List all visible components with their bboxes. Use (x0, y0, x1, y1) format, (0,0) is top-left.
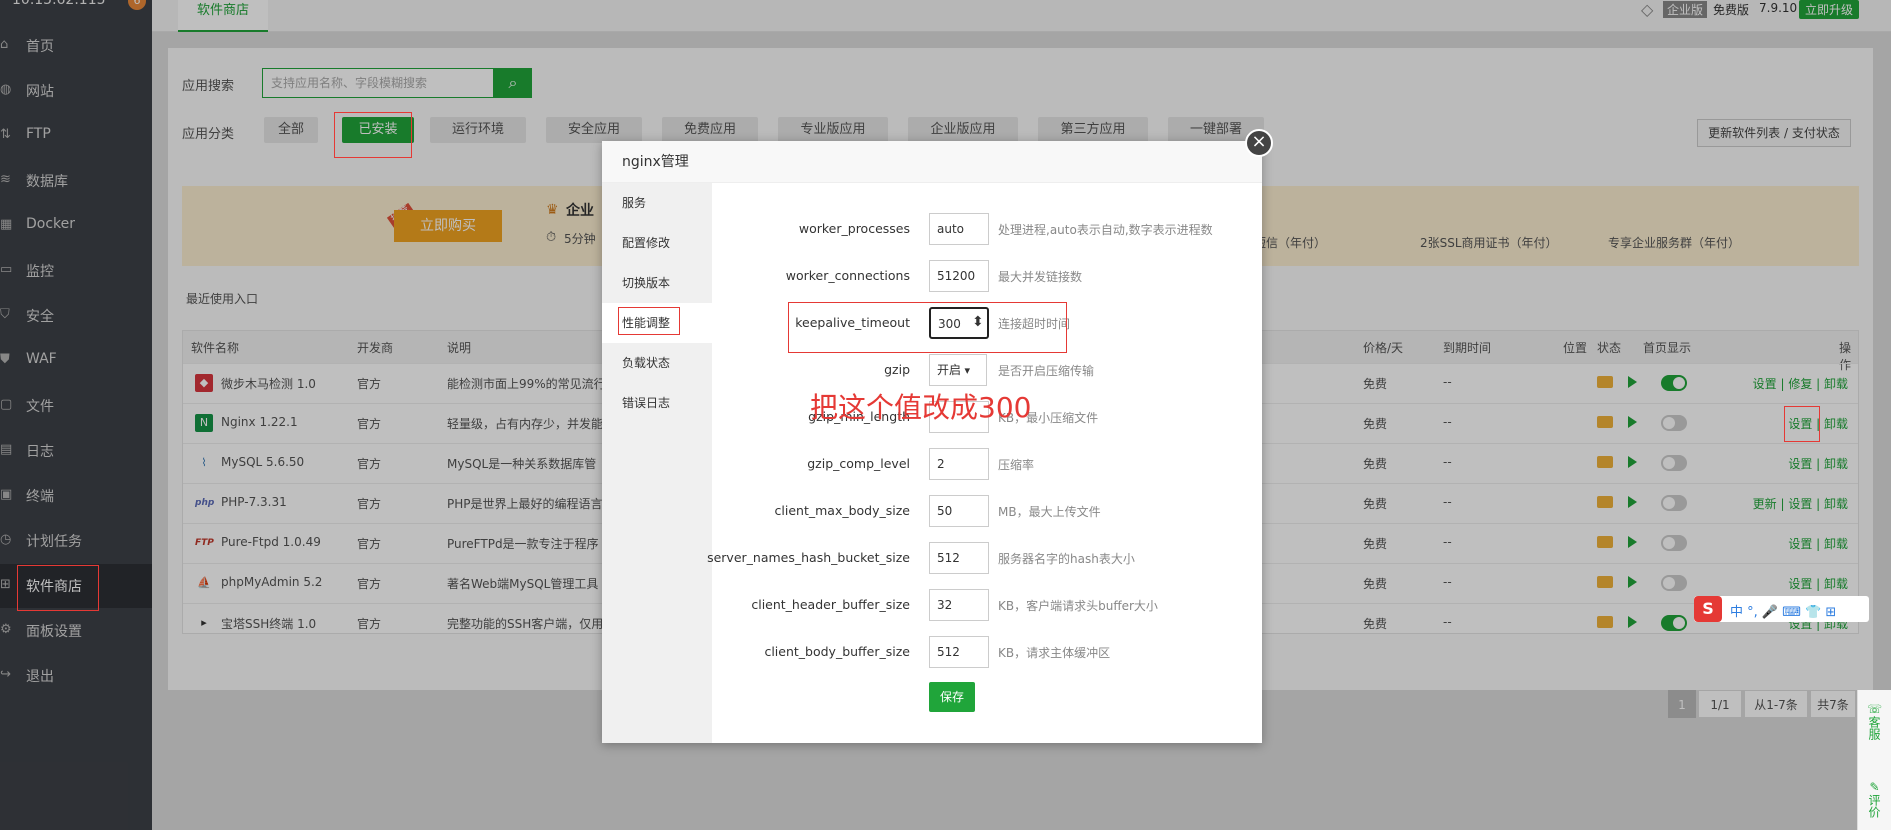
input-worker-connections[interactable]: 51200 (929, 260, 989, 292)
input-gzip-comp-level[interactable]: 2 (929, 448, 989, 480)
field-label: gzip (884, 362, 910, 377)
field-label: worker_connections (785, 268, 910, 283)
field-hint: KB，客户端请求头buffer大小 (998, 599, 1158, 613)
field-label: worker_processes (798, 221, 910, 236)
annot-box-keepalive (788, 302, 1067, 353)
review-label: 评价 (1867, 794, 1881, 818)
gzip-select-value: 开启 (937, 363, 962, 377)
nginx-dialog: nginx管理 服务 配置修改 切换版本 性能调整 负载状态 错误日志 worker_pr… (602, 141, 1262, 743)
annotation-text: 把这个值改成300 (810, 391, 1032, 424)
input-client-header-buffer-size[interactable]: 32 (929, 589, 989, 621)
chevron-down-icon: ▾ (961, 364, 971, 377)
field-label: gzip_comp_level (807, 456, 910, 471)
edit-icon: ✎ (1869, 780, 1880, 794)
field-hint: MB，最大上传文件 (998, 505, 1101, 519)
field-label: server_names_hash_bucket_size (707, 550, 910, 565)
field-hint: 最大并发链接数 (998, 270, 1083, 284)
field-hint: 压缩率 (998, 458, 1035, 472)
input-server-names-hash-bucket-size[interactable]: 512 (929, 542, 989, 574)
sogou-logo-icon: S (1694, 596, 1722, 622)
field-hint: 处理进程,auto表示自动,数字表示进程数 (998, 223, 1213, 237)
field-label: client_header_buffer_size (751, 597, 910, 612)
annot-box-settings (1784, 406, 1820, 442)
headset-icon: ☏ (1866, 702, 1882, 716)
service-button[interactable]: ☏ 客服 (1858, 702, 1891, 740)
input-client-body-buffer-size[interactable]: 512 (929, 636, 989, 668)
input-client-max-body-size[interactable]: 50 (929, 495, 989, 527)
annot-box-store (17, 565, 99, 611)
field-label: client_max_body_size (774, 503, 910, 518)
dialog-title: nginx管理 (602, 141, 1262, 183)
review-button[interactable]: ✎ 评价 (1858, 780, 1891, 818)
field-hint: 服务器名字的hash表大小 (998, 552, 1135, 566)
field-hint: 是否开启压缩传输 (998, 364, 1095, 378)
ime-toolbar[interactable]: S 中 °, 🎤 ⌨ 👕 ⊞ (1694, 596, 1869, 622)
annot-box-perf (618, 307, 680, 335)
close-icon[interactable]: × (1245, 129, 1273, 157)
side-tools: ☏ 客服 ✎ 评价 (1857, 690, 1891, 830)
field-hint: KB，请求主体缓冲区 (998, 646, 1111, 660)
service-label: 客服 (1867, 716, 1881, 740)
annot-box-installed (334, 112, 412, 158)
dialog-menu-0[interactable]: 服务 (602, 183, 712, 223)
ime-status: 中 °, 🎤 ⌨ 👕 ⊞ (1730, 605, 1837, 620)
save-button[interactable]: 保存 (929, 682, 975, 712)
input-worker-processes[interactable]: auto (929, 213, 989, 245)
gzip-select[interactable]: 开启 ▾ (929, 354, 987, 386)
field-label: client_body_buffer_size (764, 644, 910, 659)
